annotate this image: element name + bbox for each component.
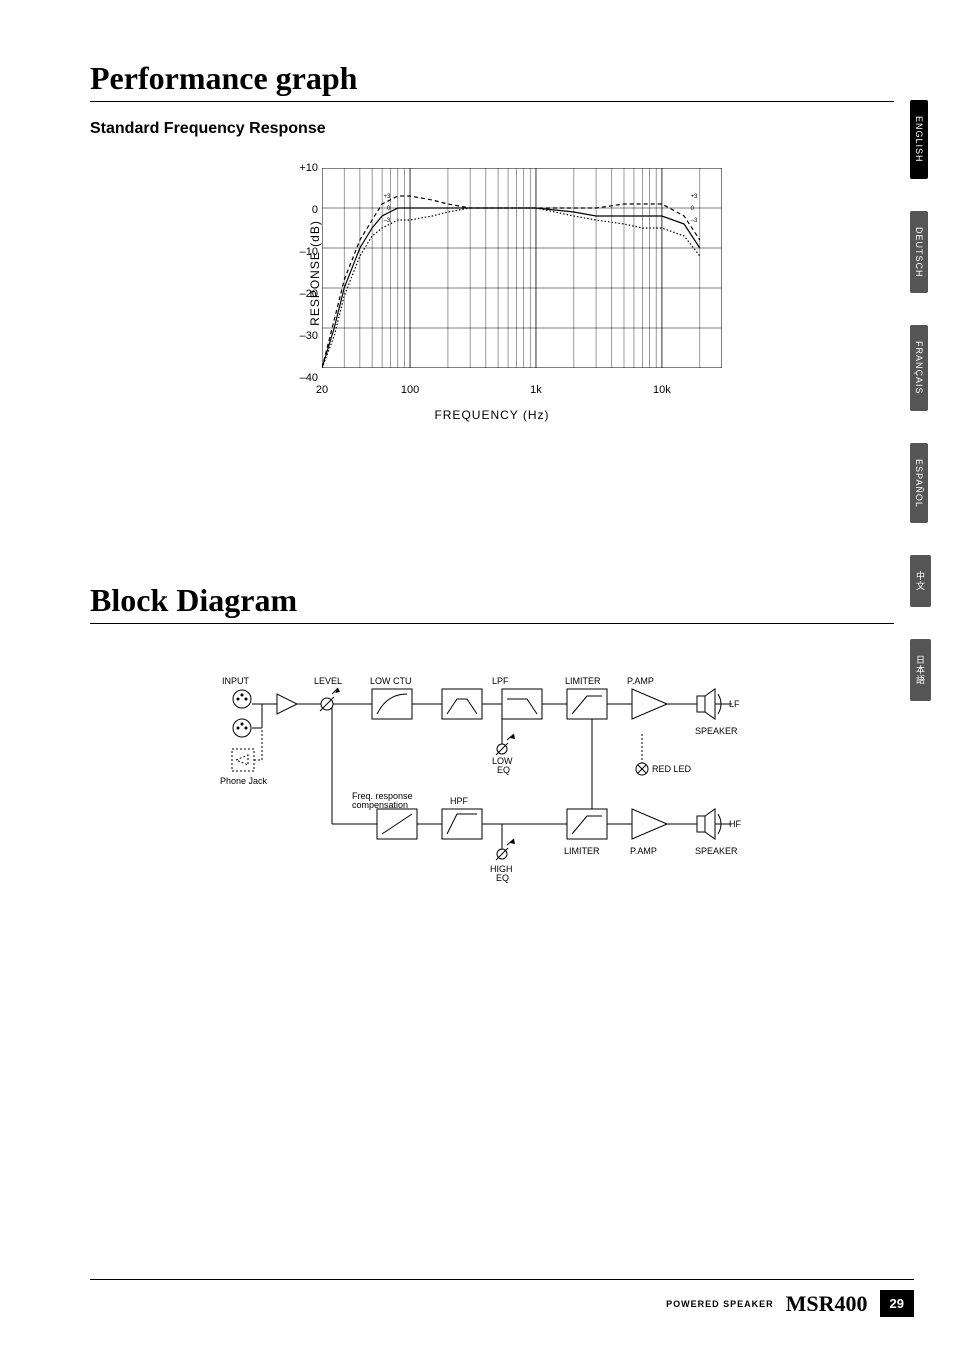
footer-product-label: POWERED SPEAKER [666,1299,774,1309]
language-tab-日本語[interactable]: 日本語 [910,639,931,701]
buffer-amp [277,694,297,714]
low-ctu-block [372,689,412,719]
chart-y-tick: –10 [288,246,318,258]
label-high-eq: HIGHEQ [490,864,513,883]
subheading-frequency-response: Standard Frequency Response [90,120,894,138]
page-footer: POWERED SPEAKER MSR400 29 [0,1279,954,1317]
phone-jack [232,749,254,771]
label-pamp-lf: P.AMP [627,676,654,686]
label-limiter-lf: LIMITER [565,676,601,686]
label-hf: HF [729,819,741,829]
label-freq-comp: Freq. responsecompensation [352,791,413,810]
page-number: 29 [880,1290,914,1317]
chart-y-tick: –20 [288,288,318,300]
svg-text:+3: +3 [383,194,391,200]
label-lpf: LPF [492,676,509,686]
input-xlr-2 [233,719,251,737]
chart-x-tick: 10k [653,384,671,396]
footer-model: MSR400 [786,1291,868,1317]
language-tab-deutsch[interactable]: DEUTSCH [910,211,928,294]
label-limiter-hf: LIMITER [564,846,600,856]
chart-y-tick: +10 [288,162,318,174]
input-xlr-1 [233,690,251,708]
block-diagram-svg: INPUT Phone Jack LEVEL LOW CTU LPF [202,664,782,884]
chart-x-tick: 1k [530,384,542,396]
chart-x-tick: 100 [401,384,419,396]
chart-y-tick: 0 [288,204,318,216]
limiter-lf-block [567,689,607,719]
label-speaker-lf: SPEAKER [695,726,738,736]
chart-y-tick: –40 [288,372,318,384]
section-title-block-diagram: Block Diagram [90,582,894,619]
language-tab-中文[interactable]: 中文 [910,555,931,607]
page: Performance graph Standard Frequency Res… [0,0,954,1351]
language-tab-français[interactable]: FRANÇAIS [910,325,928,411]
high-eq-pot [496,839,515,860]
label-phone-jack: Phone Jack [220,776,268,786]
block-diagram: INPUT Phone Jack LEVEL LOW CTU LPF [202,664,782,889]
lpf-block [442,689,482,719]
low-eq-pot [496,734,515,755]
rule [90,623,894,624]
label-speaker-hf: SPEAKER [695,846,738,856]
red-led [636,763,648,775]
chart-x-ticks: 201001k10k [322,384,722,400]
language-tab-español[interactable]: ESPAÑOL [910,443,928,524]
label-level: LEVEL [314,676,342,686]
label-low-eq: LOWEQ [492,756,513,775]
frequency-response-chart: RESPONSE (dB) +100–10–20–30–40 +30–3+30–… [262,168,722,422]
svg-text:–3: –3 [691,218,698,224]
rule [90,101,894,102]
section-title-performance: Performance graph [90,60,894,97]
lpf-shape-block [502,689,542,719]
language-tab-english[interactable]: ENGLISH [910,100,928,179]
label-hpf: HPF [450,796,469,806]
label-pamp-hf: P.AMP [630,846,657,856]
chart-y-axis-label: RESPONSE (dB) [308,220,322,326]
chart-plot-area: +30–3+30–3 [322,168,722,368]
pamp-lf [632,689,667,719]
chart-x-axis-label: FREQUENCY (Hz) [262,408,722,422]
level-pot [320,688,340,711]
limiter-hf-block [567,809,607,839]
label-red-led: RED LED [652,764,692,774]
chart-x-tick: 20 [316,384,328,396]
chart-y-tick: –30 [288,330,318,342]
svg-text:+3: +3 [691,194,699,200]
label-lf: LF [729,699,740,709]
label-input: INPUT [222,676,250,686]
svg-text:–3: –3 [384,218,391,224]
language-tabs: ENGLISH DEUTSCH FRANÇAIS ESPAÑOL 中文日本語 [910,100,938,733]
label-low-ctu: LOW CTU [370,676,412,686]
pamp-hf [632,809,667,839]
